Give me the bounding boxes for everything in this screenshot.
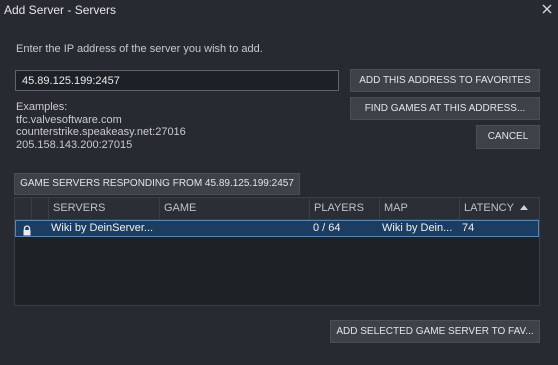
example-item: 205.158.143.200:27015 [16,138,133,151]
row-server-name: Wiki by DeinServer... [51,222,154,234]
example-item: counterstrike.speakeasy.net:27016 [16,126,186,138]
icon-column-header[interactable] [31,198,48,219]
lock-column-header[interactable] [15,198,31,219]
column-header-servers-label: SERVERS [53,202,106,214]
find-games-button[interactable]: FIND GAMES AT THIS ADDRESS... [350,97,540,120]
row-map: Wiki by Dein... [382,222,453,234]
instruction-text: Enter the IP address of the server you w… [16,43,263,55]
row-latency: 74 [462,222,475,234]
row-players: 0 / 64 [313,222,341,234]
add-selected-server-button[interactable]: ADD SELECTED GAME SERVER TO FAV... [330,320,540,343]
table-header: SERVERS GAME PLAYERS MAP LATENCY [15,198,539,220]
server-address-input[interactable] [15,70,339,91]
sort-ascending-icon [519,205,528,210]
examples-block: Examples: tfc.valvesoftware.com counters… [16,101,186,151]
title-bar: Add Server - Servers [0,0,558,22]
window-title: Add Server - Servers [4,3,117,17]
responding-servers-tab[interactable]: GAME SERVERS RESPONDING FROM 45.89.125.1… [14,173,300,195]
lock-icon [22,223,32,236]
row-game [164,221,304,236]
table-row[interactable]: Wiki by DeinServer... 0 / 64 Wiki by Dei… [15,220,539,237]
column-header-players[interactable]: PLAYERS [309,198,379,219]
column-header-latency[interactable]: LATENCY [459,198,539,219]
server-table: SERVERS GAME PLAYERS MAP LATENCY Wiki by… [14,197,540,306]
example-item: tfc.valvesoftware.com [16,113,122,126]
close-icon[interactable] [540,2,554,16]
add-to-favorites-button[interactable]: ADD THIS ADDRESS TO FAVORITES [350,69,540,92]
column-header-latency-label: LATENCY [464,202,514,214]
examples-label: Examples: [16,101,68,113]
column-header-map[interactable]: MAP [379,198,459,219]
column-header-game-label: GAME [164,202,197,214]
column-header-servers[interactable]: SERVERS [48,198,159,219]
column-header-players-label: PLAYERS [314,202,364,214]
column-header-map-label: MAP [384,202,408,214]
cancel-button[interactable]: CANCEL [476,125,540,149]
column-header-game[interactable]: GAME [159,198,309,219]
